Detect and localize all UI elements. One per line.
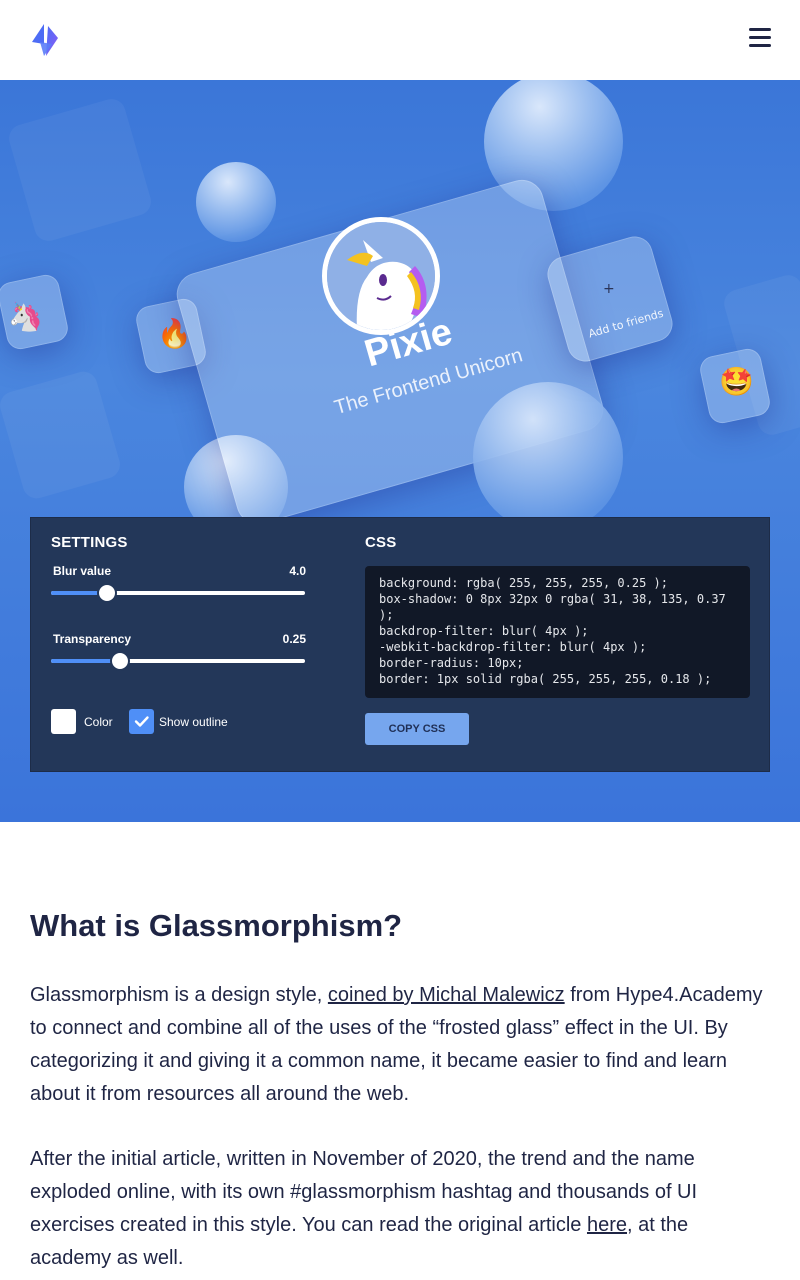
css-code-block[interactable]: background: rgba( 255, 255, 255, 0.25 );…: [365, 566, 750, 698]
color-checkbox[interactable]: [51, 709, 76, 734]
color-checkbox-label: Color: [84, 715, 113, 729]
transparency-label: Transparency: [53, 632, 132, 646]
star-eyes-emoji-icon: 🤩: [719, 365, 754, 398]
settings-title: SETTINGS: [51, 534, 128, 551]
add-friend-icon[interactable]: +: [603, 281, 615, 297]
original-article-link[interactable]: here: [587, 1214, 627, 1236]
paragraph-text: Glassmorphism is a design style,: [30, 984, 328, 1006]
hamburger-menu-icon[interactable]: [746, 26, 774, 50]
transparency-slider[interactable]: [51, 651, 305, 671]
transparency-value: 0.25: [282, 632, 306, 646]
blur-label: Blur value: [53, 564, 112, 578]
blur-slider-thumb[interactable]: [96, 583, 117, 603]
blur-slider[interactable]: [51, 583, 305, 603]
background-ghost-shape: [0, 368, 124, 502]
settings-panel: SETTINGS Blur value 4.0 Transparency 0.2…: [30, 517, 770, 772]
article-paragraph-1: Glassmorphism is a design style, coined …: [30, 979, 770, 1111]
copy-css-button[interactable]: COPY CSS: [365, 713, 469, 745]
css-title: CSS: [365, 534, 397, 551]
show-outline-label: Show outline: [159, 715, 228, 729]
bolt-logo-icon[interactable]: [30, 22, 62, 58]
article-heading: What is Glassmorphism?: [30, 908, 403, 943]
article-section: What is Glassmorphism? Glassmorphism is …: [30, 908, 770, 1275]
unicorn-emoji-icon: 🦄: [8, 300, 43, 333]
coined-by-link[interactable]: coined by Michal Malewicz: [328, 984, 565, 1006]
decorative-sphere: [196, 162, 276, 242]
show-outline-checkbox[interactable]: [129, 709, 154, 734]
top-navbar: [0, 0, 800, 80]
decorative-sphere: [473, 382, 623, 532]
checkmark-icon: [134, 716, 149, 727]
blur-value: 4.0: [289, 564, 306, 578]
article-paragraph-2: After the initial article, written in No…: [30, 1143, 770, 1275]
transparency-slider-thumb[interactable]: [109, 651, 130, 671]
background-ghost-shape: [5, 95, 155, 245]
